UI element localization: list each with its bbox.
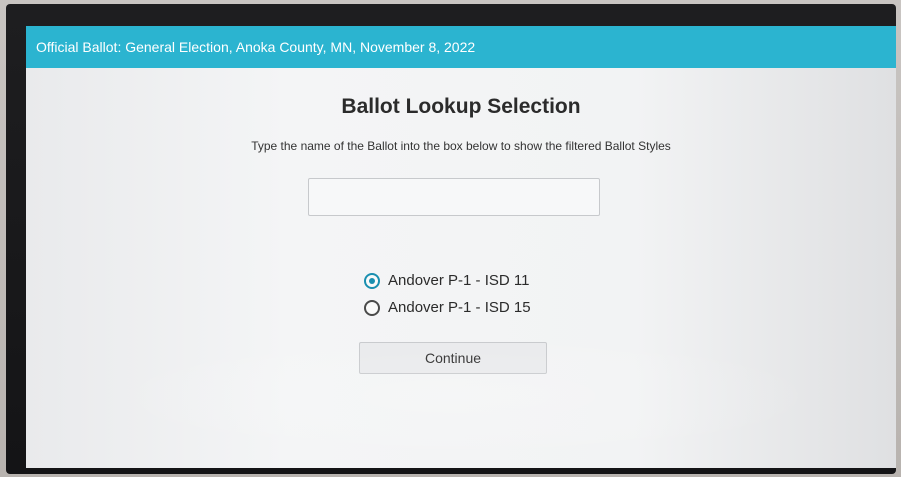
- header-title: Official Ballot: General Election, Anoka…: [36, 39, 476, 55]
- page-title: Ballot Lookup Selection: [341, 95, 581, 118]
- header-bar: Official Ballot: General Election, Anoka…: [26, 26, 896, 68]
- ballot-style-option-isd-15[interactable]: Andover P-1 - ISD 15: [364, 299, 531, 316]
- radio-selected-icon[interactable]: [364, 272, 380, 289]
- ballot-style-label: Andover P-1 - ISD 15: [388, 299, 531, 316]
- ballot-style-label: Andover P-1 - ISD 11: [388, 272, 530, 289]
- ballot-search-input[interactable]: [308, 178, 600, 216]
- ballot-lookup-panel: Ballot Lookup Selection Type the name of…: [26, 68, 896, 468]
- radio-unselected-icon[interactable]: [364, 299, 380, 316]
- continue-button[interactable]: Continue: [359, 342, 547, 374]
- ballot-screen: Official Ballot: General Election, Anoka…: [26, 26, 896, 468]
- ballot-style-option-isd-11[interactable]: Andover P-1 - ISD 11: [364, 272, 529, 289]
- photo-background: Official Ballot: General Election, Anoka…: [0, 0, 901, 477]
- instructions-text: Type the name of the Ballot into the box…: [251, 139, 671, 153]
